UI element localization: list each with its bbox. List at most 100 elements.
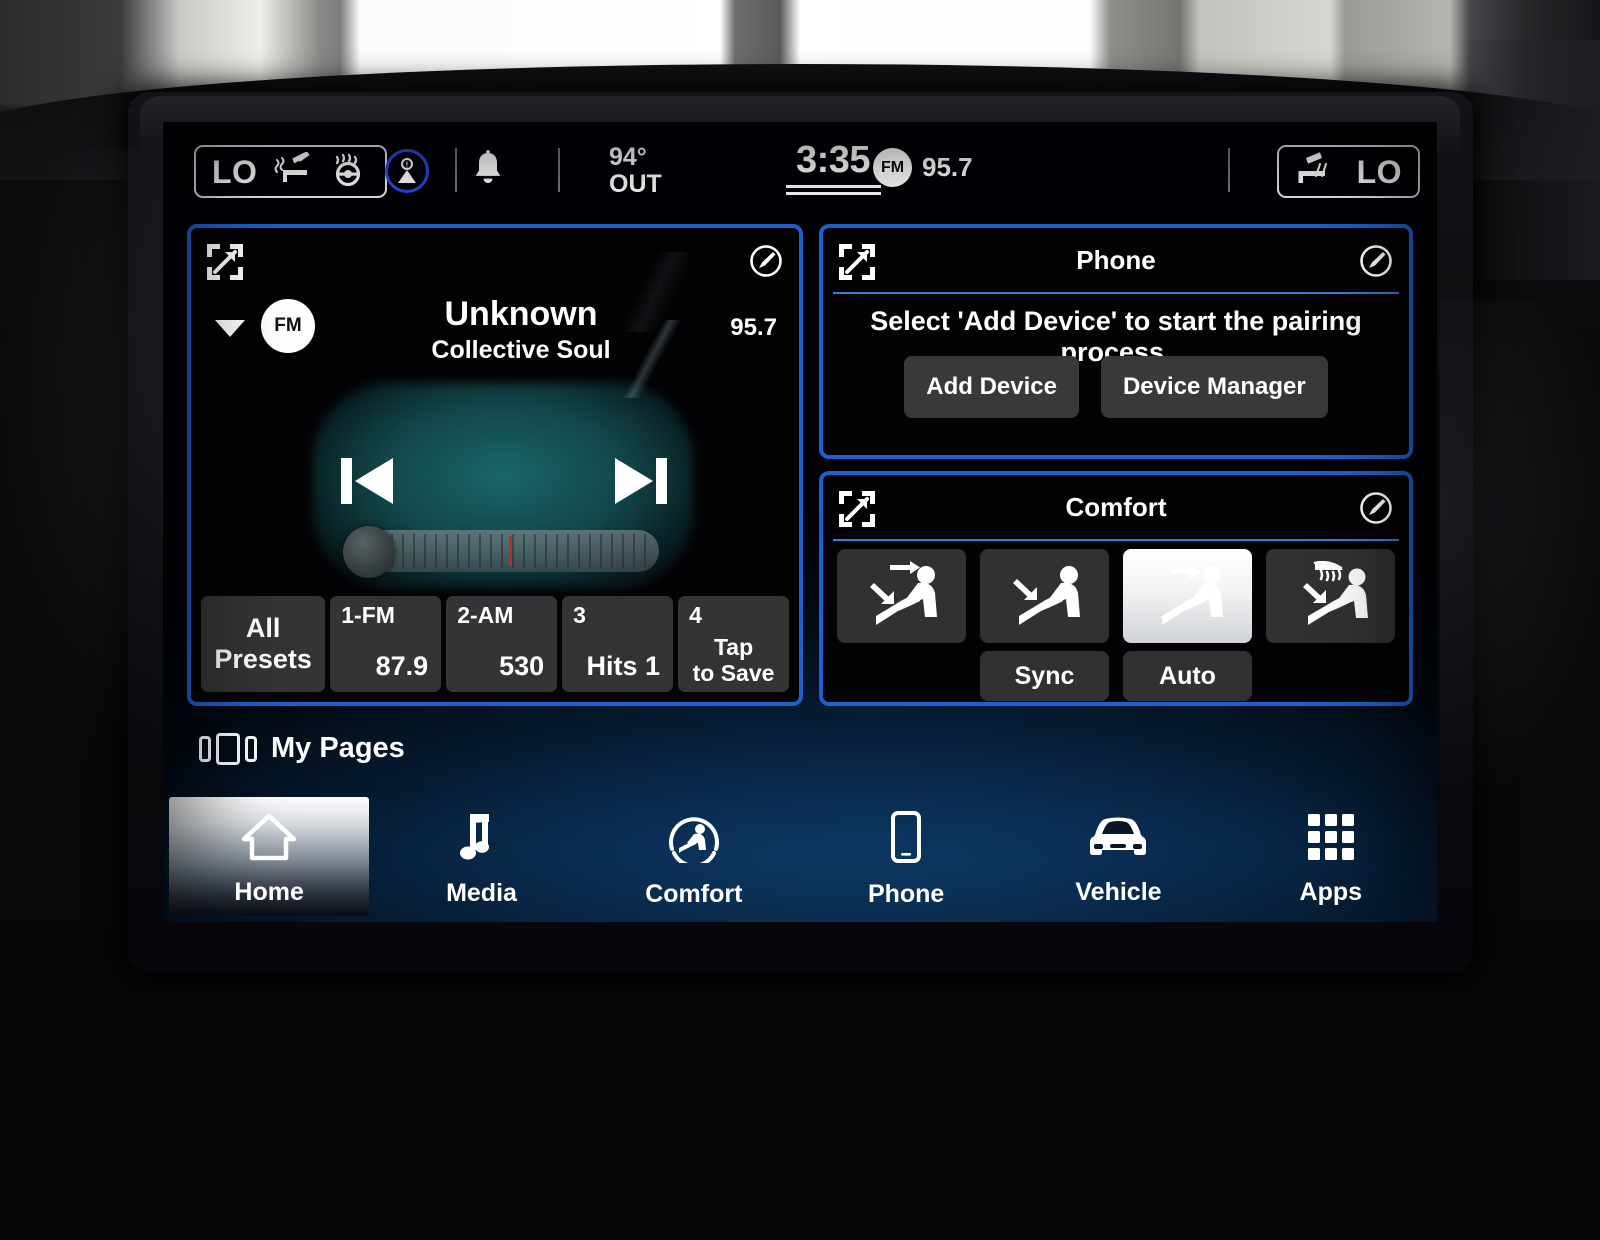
outside-temp-unit: OUT [609,171,662,198]
track-artist: Collective Soul [331,335,711,365]
track-title: Unknown [331,294,711,334]
expand-icon[interactable] [207,244,243,285]
tuning-slider-track[interactable] [359,530,659,572]
sync-button[interactable]: Sync [980,651,1109,701]
preset-4[interactable]: 4 Tap to Save [678,596,789,692]
preset-2-value: 530 [499,651,544,682]
tuning-slider-handle[interactable] [343,526,395,578]
bell-icon[interactable] [469,150,507,195]
tuner-controls [339,428,669,538]
comfort-card-header: Comfort [823,475,1409,539]
status-bar: LO [163,122,1437,218]
nav-label-home: Home [234,878,303,907]
chevron-down-icon[interactable] [215,320,245,337]
preset-2[interactable]: 2-AM 530 [446,596,557,692]
all-presets-button[interactable]: All Presets [201,596,325,692]
tuning-needle [509,536,512,566]
seat-airflow-face-feet-icon[interactable] [837,549,966,643]
nav-item-vehicle[interactable]: Vehicle [1012,797,1224,922]
nav-label-vehicle: Vehicle [1075,878,1161,907]
home-icon [242,813,296,866]
nav-item-comfort[interactable]: Comfort [588,797,800,922]
skip-next-icon[interactable] [613,450,669,517]
my-pages-label: My Pages [271,732,405,765]
comfort-card-title: Comfort [1065,492,1166,523]
driver-climate-control[interactable]: LO [194,145,387,198]
preset-3-value: Hits 1 [587,651,661,682]
phone-card[interactable]: Phone Select 'Add Device' to start the p… [819,224,1413,459]
passenger-temp-label: LO [1357,156,1402,188]
heated-seat-icon[interactable] [273,152,313,191]
left-glare [0,150,190,770]
status-divider-2 [558,148,560,192]
nav-item-phone[interactable]: Phone [800,797,1012,922]
seat-airflow-face-icon[interactable] [1123,549,1252,643]
auto-button[interactable]: Auto [1123,651,1252,701]
preset-3-label: 3 [573,602,586,629]
nav-label-comfort: Comfort [645,880,742,909]
preset-1-value: 87.9 [376,651,429,682]
comfort-row-spacer-left [837,651,966,701]
nav-label-media: Media [446,879,517,908]
infotainment-screen: LO [163,122,1437,922]
device-manager-button[interactable]: Device Manager [1101,356,1328,418]
edit-icon[interactable] [749,244,783,283]
nav-item-apps[interactable]: Apps [1225,797,1437,922]
media-card-header [191,228,799,292]
music-note-icon [458,812,504,867]
right-glare [1440,300,1600,820]
my-pages[interactable]: My Pages [199,732,405,765]
page-indicator-icon [199,733,257,765]
edit-icon[interactable] [1359,244,1393,283]
current-frequency: 95.7 [730,314,777,342]
heated-steering-wheel-icon[interactable] [329,152,367,191]
edit-icon[interactable] [1359,491,1393,530]
add-device-button[interactable]: Add Device [904,356,1079,418]
preset-2-label: 2-AM [457,602,513,629]
status-now-playing[interactable]: FM 95.7 [873,148,973,187]
comfort-card[interactable]: Comfort [819,471,1413,706]
outside-temperature: 94° OUT [609,144,662,198]
nav-item-media[interactable]: Media [375,797,587,922]
nav-label-phone: Phone [868,880,944,909]
phone-actions: Add Device Device Manager [823,356,1409,418]
bottom-nav: Home Media [163,797,1437,922]
preset-4-value-line1: Tap [714,634,753,660]
svg-text:!: ! [406,161,409,170]
clock-underline-2 [786,192,881,195]
car-icon [1085,813,1151,866]
comfort-row-spacer-right [1266,651,1395,701]
comfort-toggle-row: Sync Auto [837,651,1395,701]
seat-defrost-feet-icon[interactable] [1266,549,1395,643]
source-badge[interactable]: FM [261,299,315,353]
nav-item-home[interactable]: Home [163,797,375,922]
comfort-seat-icon [666,811,722,868]
page-dot-1 [199,736,211,762]
ventilated-seat-icon[interactable] [1295,152,1335,191]
phone-icon [889,811,923,868]
all-presets-line2: Presets [214,644,312,675]
clock-underline-1 [786,185,881,188]
outside-temp-value: 94° [609,144,662,171]
passenger-climate-control[interactable]: LO [1277,145,1420,198]
expand-icon[interactable] [839,244,875,285]
status-divider-3 [1228,148,1230,192]
band-frequency: 95.7 [922,152,973,183]
right-pillar [1455,40,1600,280]
band-badge: FM [873,148,912,187]
seat-airflow-feet-icon[interactable] [980,549,1109,643]
phone-card-rule [833,292,1399,294]
preset-4-value-line2: to Save [693,660,775,686]
preset-3[interactable]: 3 Hits 1 [562,596,673,692]
preset-bar: All Presets 1-FM 87.9 2-AM 530 3 Hits 1 … [201,596,789,692]
preset-1-label: 1-FM [341,602,395,629]
preset-1[interactable]: 1-FM 87.9 [330,596,441,692]
all-presets-line1: All [246,613,281,644]
media-card[interactable]: FM Unknown Collective Soul 95.7 [187,224,803,706]
page-dot-2 [216,733,240,765]
now-playing-row: FM Unknown Collective Soul 95.7 [191,290,799,380]
skip-previous-icon[interactable] [339,450,395,517]
occupant-alert-icon[interactable]: ! [385,149,429,193]
expand-icon[interactable] [839,491,875,532]
page-dot-3 [245,736,257,762]
